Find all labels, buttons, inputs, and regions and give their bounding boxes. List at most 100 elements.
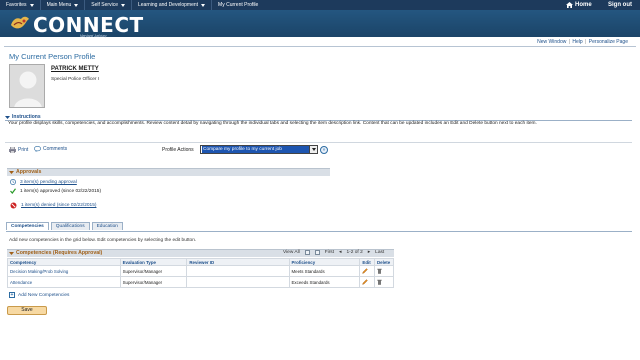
- home-link[interactable]: Home: [566, 0, 592, 10]
- reviewer-id-cell: [186, 265, 290, 277]
- comments-button[interactable]: Comments: [34, 146, 67, 152]
- chevron-down-icon: [29, 3, 34, 7]
- person-silhouette-icon: [10, 65, 44, 107]
- print-button[interactable]: Print: [9, 147, 28, 153]
- tab-education[interactable]: Education: [91, 222, 123, 230]
- app-header: CONNECT Maryland Judiciary: [0, 10, 640, 38]
- first-link[interactable]: First: [325, 250, 334, 255]
- nav-self-service[interactable]: Self Service: [84, 0, 131, 10]
- nav-learning-development[interactable]: Learning and Development: [130, 0, 211, 10]
- pencil-icon: [362, 278, 369, 285]
- competencies-table: Competency Evaluation Type Reviewer ID P…: [7, 258, 395, 288]
- prev-arrow-icon[interactable]: ◂: [339, 250, 341, 255]
- grid-download-icon[interactable]: [314, 250, 320, 255]
- person-name: PATRICK METTY: [51, 66, 99, 72]
- add-competencies-label: Add New Competencies: [18, 292, 70, 298]
- nav-current-profile-label: My Current Profile: [218, 2, 259, 8]
- col-proficiency[interactable]: Proficiency: [288, 258, 361, 266]
- plus-icon: +: [9, 292, 15, 298]
- reviewer-id-cell: [186, 276, 290, 288]
- home-icon: [566, 2, 573, 8]
- pending-approval-link[interactable]: 3 item(s) pending approval: [20, 180, 77, 185]
- competency-link[interactable]: Attendance: [7, 276, 121, 288]
- col-reviewer-id[interactable]: Reviewer ID: [186, 258, 290, 266]
- printer-icon: [9, 147, 16, 153]
- page-title: My Current Person Profile: [9, 52, 96, 61]
- next-arrow-icon[interactable]: ▸: [368, 250, 370, 255]
- denied-icon: [10, 202, 17, 209]
- signout-link[interactable]: Sign out: [608, 0, 632, 10]
- divider: [4, 46, 636, 47]
- approved-text: 1 item(s) approved (since 02/22/2015): [20, 188, 102, 194]
- trash-icon: [377, 268, 382, 274]
- add-competencies-button[interactable]: + Add New Competencies: [9, 292, 69, 298]
- col-delete: Delete: [373, 258, 395, 266]
- approvals-pending-row: 3 item(s) pending approval: [10, 179, 77, 185]
- go-button[interactable]: »: [320, 146, 328, 154]
- grid-instructions: Add new competencies in the grid below. …: [9, 238, 197, 243]
- utility-links: New Window | Help | Personalize Page: [537, 39, 628, 45]
- save-button[interactable]: Save: [7, 306, 47, 315]
- last-link[interactable]: Last: [375, 250, 384, 255]
- tab-qualifications[interactable]: Qualifications: [50, 222, 90, 230]
- col-competency[interactable]: Competency: [7, 258, 121, 266]
- comments-label: Comments: [43, 146, 68, 152]
- proficiency-cell: Exceeds Standards: [288, 276, 361, 288]
- tab-competencies[interactable]: Competencies: [6, 222, 49, 230]
- edit-button[interactable]: [359, 265, 375, 277]
- proficiency-cell: Meets Standards: [288, 265, 361, 277]
- view-all-link[interactable]: View All: [283, 250, 300, 255]
- delete-button[interactable]: [373, 265, 395, 277]
- help-link[interactable]: Help: [572, 39, 582, 45]
- person-job-title: Special Police Officer I: [51, 77, 100, 82]
- nav-current-profile[interactable]: My Current Profile: [211, 0, 264, 10]
- nav-favorites-label: Favorites: [6, 2, 27, 8]
- table-row: Attendance Supervisor/Manager Exceeds St…: [7, 276, 395, 288]
- avatar: [9, 64, 45, 108]
- personalize-page-link[interactable]: Personalize Page: [589, 39, 628, 45]
- approvals-denied-row: 1 item(s) denied (since 02/22/2015): [10, 202, 96, 209]
- print-label: Print: [18, 147, 29, 153]
- checkmark-icon: [10, 188, 16, 194]
- delete-button[interactable]: [373, 276, 395, 288]
- grid-title-toggle[interactable]: Competencies (Requires Approval): [9, 250, 102, 256]
- pencil-icon: [362, 267, 369, 274]
- new-window-link[interactable]: New Window: [537, 39, 566, 45]
- col-evaluation-type[interactable]: Evaluation Type: [119, 258, 188, 266]
- table-header-row: Competency Evaluation Type Reviewer ID P…: [7, 258, 395, 266]
- approvals-header-bar: [7, 168, 330, 176]
- profile-tabs: Competencies Qualifications Education: [6, 222, 123, 230]
- profile-actions-value: Compare my profile to my current job: [202, 146, 309, 153]
- approvals-toggle[interactable]: Approvals: [9, 169, 41, 175]
- chevron-down-icon: [74, 3, 79, 7]
- evaluation-type-cell: Supervisor/Manager: [119, 276, 188, 288]
- denied-items-link[interactable]: 1 item(s) denied (since 02/22/2015): [21, 203, 96, 208]
- clock-icon: [10, 179, 16, 185]
- divider: [5, 142, 632, 143]
- grid-range: 1-2 of 2: [346, 250, 363, 255]
- home-label: Home: [575, 2, 592, 8]
- approvals-heading: Approvals: [16, 169, 42, 175]
- collapse-arrow-icon: [9, 251, 14, 255]
- edit-button[interactable]: [359, 276, 375, 288]
- grid-title: Competencies (Requires Approval): [16, 250, 103, 256]
- brand-subtitle: Maryland Judiciary: [80, 34, 107, 38]
- approvals-approved-row: 1 item(s) approved (since 02/22/2015): [10, 188, 101, 194]
- profile-actions-label: Profile Actions: [162, 147, 194, 153]
- competency-link[interactable]: Decision Making/Prob Solving: [7, 265, 121, 277]
- profile-actions-select[interactable]: Compare my profile to my current job: [200, 145, 318, 154]
- nav-main-menu-label: Main Menu: [46, 2, 72, 8]
- nav-self-service-label: Self Service: [91, 2, 118, 8]
- signout-label: Sign out: [608, 2, 632, 8]
- divider: [6, 231, 632, 232]
- grid-zoom-icon[interactable]: [304, 250, 310, 255]
- chevron-down-icon: [120, 3, 125, 7]
- grid-navigation: View All First ◂ 1-2 of 2 ▸ Last: [283, 250, 384, 255]
- nav-favorites[interactable]: Favorites: [0, 0, 40, 10]
- table-row: Decision Making/Prob Solving Supervisor/…: [7, 265, 395, 277]
- instructions-text: Your profile displays skills, competenci…: [8, 121, 537, 126]
- nav-learning-label: Learning and Development: [137, 2, 199, 8]
- col-edit: Edit: [359, 258, 375, 266]
- nav-main-menu[interactable]: Main Menu: [39, 0, 85, 10]
- top-nav-bar: Favorites Main Menu Self Service Learnin…: [0, 0, 640, 10]
